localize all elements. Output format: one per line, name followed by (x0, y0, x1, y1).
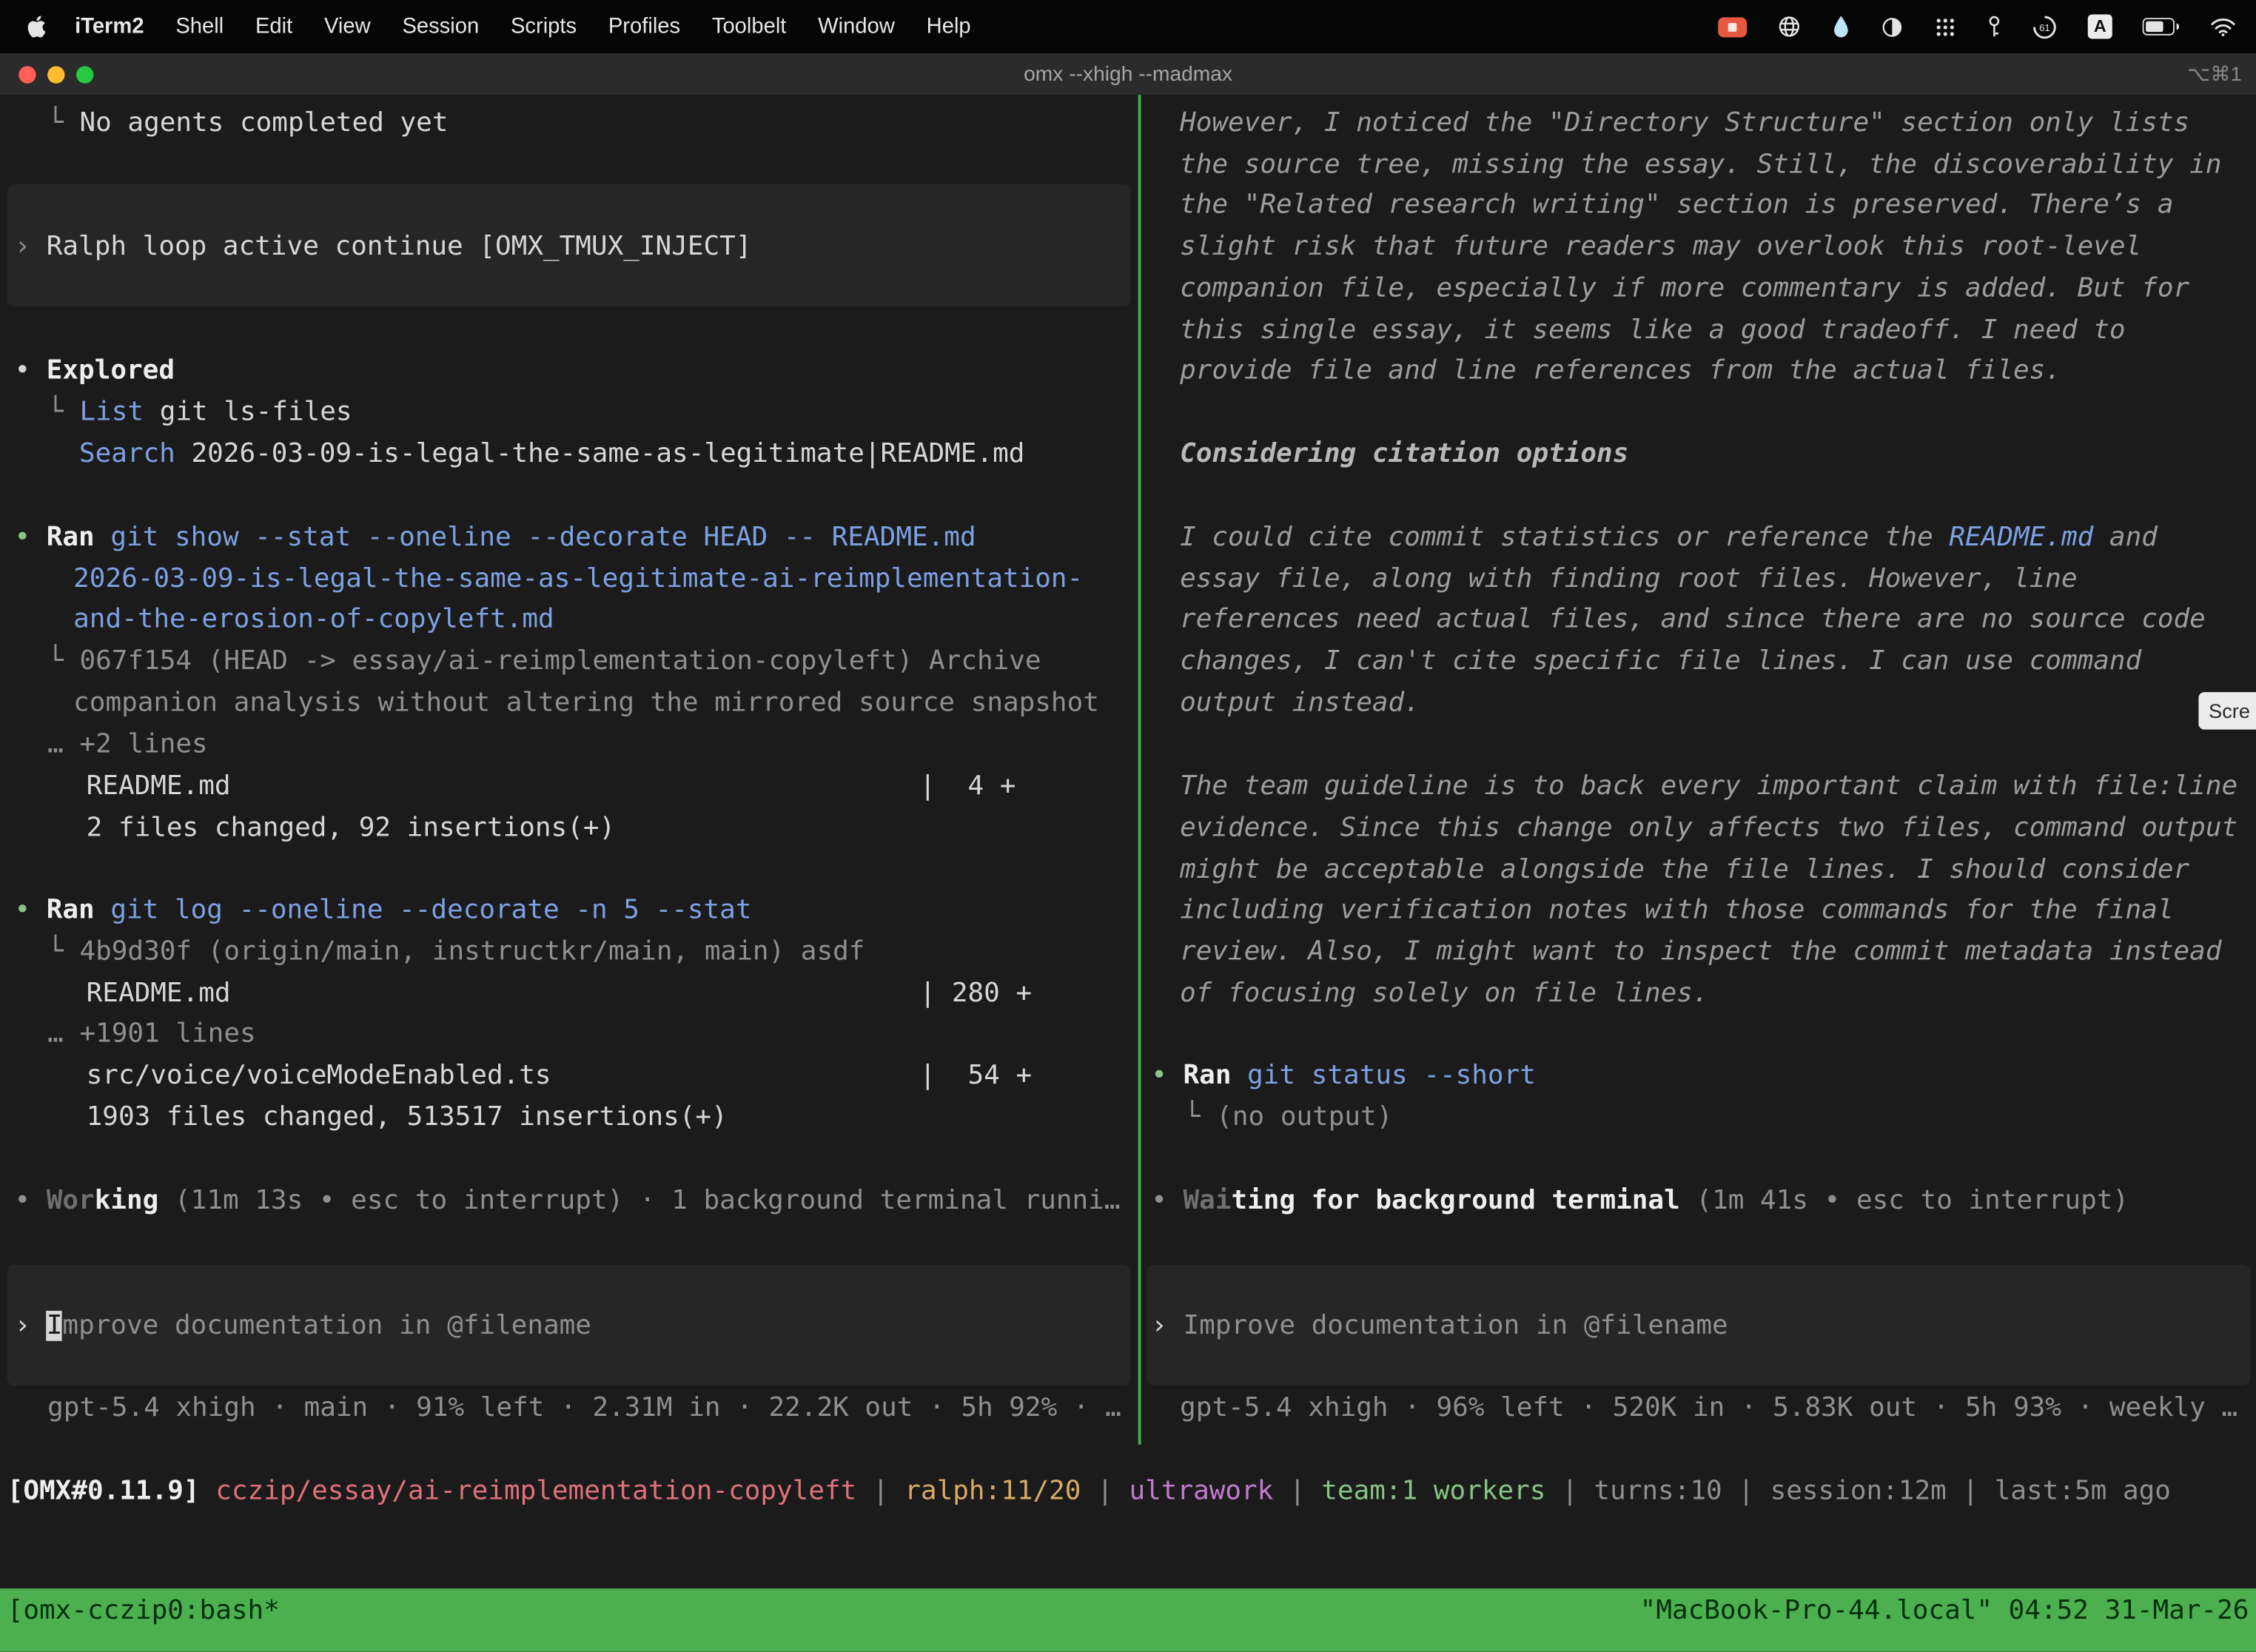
menu-item-profiles[interactable]: Profiles (592, 14, 696, 38)
terminal-line: 2026-03-09-is-legal-the-same-as-legitima… (73, 558, 1083, 600)
menu-items: iTerm2ShellEditViewSessionScriptsProfile… (59, 14, 987, 38)
menu-bar: iTerm2ShellEditViewSessionScriptsProfile… (0, 0, 2256, 53)
terminal-line: • Ran git log --oneline --decorate -n 5 … (14, 889, 751, 930)
gauge-label: 61 (2039, 21, 2050, 33)
terminal-line: companion file, especially if more comme… (1180, 268, 2189, 309)
terminal-line: README.md | 280 + (87, 973, 1032, 1014)
terminal-line: … +1901 lines (47, 1013, 255, 1055)
apple-icon (26, 14, 47, 38)
terminal-line: • Explored (14, 349, 175, 391)
title-bar[interactable]: omx --xhigh --madmax ⌥⌘1 (0, 53, 2256, 95)
working-status-line: • Working (11m 13s • esc to interrupt) ·… (14, 1180, 1120, 1221)
terminal-line: the source tree, missing the essay. Stil… (1180, 144, 2221, 185)
menu-bar-status-icons: 61 A (1718, 13, 2256, 39)
right-pane: However, I noticed the "Directory Struct… (1141, 95, 2256, 1588)
terminal-line: └ (no output) (1184, 1096, 1392, 1138)
terminal-line: └ 067f154 (HEAD -> essay/ai-reimplementa… (47, 640, 1041, 682)
terminal-line: slight risk that future readers may over… (1180, 226, 2141, 267)
menu-item-shell[interactable]: Shell (160, 14, 240, 38)
key-icon[interactable] (1987, 13, 2001, 39)
window-shortcut-hint: ⌥⌘1 (2187, 62, 2242, 87)
globe-icon[interactable] (1777, 14, 1802, 38)
screen-overlay-button[interactable]: Scre (2198, 692, 2256, 730)
terminal-line: of focusing solely on file lines. (1180, 973, 1709, 1014)
left-pane: └ No agents completed yet › Ralph loop ac… (0, 95, 1138, 1588)
minimize-button[interactable] (47, 65, 64, 82)
menu-item-help[interactable]: Help (910, 14, 987, 38)
traffic-lights (19, 65, 93, 82)
terminal-line: └ List git ls-files (47, 392, 352, 433)
close-button[interactable] (19, 65, 36, 82)
terminal: └ No agents completed yet › Ralph loop ac… (0, 95, 2256, 1588)
terminal-line: evidence. Since this change only affects… (1180, 807, 2237, 849)
right-prompt-text: › Improve documentation in @filename (1151, 1305, 1728, 1346)
menu-item-window[interactable]: Window (802, 14, 910, 38)
screen: iTerm2ShellEditViewSessionScriptsProfile… (0, 0, 2256, 1652)
terminal-line: I could cite commit statistics or refere… (1180, 517, 2158, 558)
app-grid-icon[interactable] (1934, 15, 1957, 38)
terminal-line: companion analysis without altering the … (73, 682, 1099, 723)
ralph-banner: › Ralph loop active continue [OMX_TMUX_I… (14, 226, 751, 267)
terminal-line: └ 4b9d30f (origin/main, instructkr/main,… (47, 931, 865, 973)
omx-status-line: [OMX#0.11.9] cczip/essay/ai-reimplementa… (7, 1471, 2171, 1512)
left-prompt-text: › Improve documentation in @filename (14, 1305, 591, 1346)
tmux-status-bar: [omx-cczip0:bash* "MacBook-Pro-44.local"… (0, 1588, 2256, 1652)
color-drop-icon[interactable] (1832, 14, 1850, 38)
terminal-line: review. Also, I might want to inspect th… (1180, 931, 2221, 973)
terminal-line: essay file, along with finding root file… (1180, 558, 2078, 600)
terminal-line: README.md | 4 + (87, 765, 1016, 807)
terminal-line: might be acceptable alongside the file l… (1180, 849, 2189, 890)
terminal-line: provide file and line references from th… (1180, 349, 2061, 391)
theme-toggle-icon[interactable] (1881, 15, 1904, 38)
wifi-icon[interactable] (2210, 16, 2236, 36)
screen-recording-indicator-icon[interactable] (1718, 16, 1747, 36)
terminal-line: src/voice/voiceModeEnabled.ts | 54 + (87, 1055, 1032, 1096)
menu-item-session[interactable]: Session (386, 14, 495, 38)
terminal-line: output instead. (1180, 682, 1420, 723)
menu-item-view[interactable]: View (309, 14, 386, 38)
menu-item-edit[interactable]: Edit (240, 14, 309, 38)
terminal-line: Search 2026-03-09-is-legal-the-same-as-l… (79, 433, 1024, 474)
terminal-line: references need actual files, and since … (1180, 599, 2206, 640)
terminal-line: • Ran git show --stat --oneline --decora… (14, 517, 976, 558)
terminal-line: • Ran git status --short (1151, 1055, 1536, 1096)
tmux-host-time-label: "MacBook-Pro-44.local" 04:52 31-Mar-26 (1640, 1596, 2249, 1652)
menu-item-scripts[interactable]: Scripts (495, 14, 593, 38)
battery-gauge-icon[interactable]: 61 (2032, 13, 2058, 39)
terminal-line: the "Related research writing" section i… (1180, 184, 2173, 226)
terminal-line: this single essay, it seems like a good … (1180, 309, 2125, 351)
terminal-line: … +2 lines (47, 724, 208, 765)
terminal-line: However, I noticed the "Directory Struct… (1180, 102, 2189, 144)
terminal-line: changes, I can't cite specific file line… (1180, 640, 2141, 682)
left-model-status: gpt-5.4 xhigh · main · 91% left · 2.31M … (47, 1387, 1121, 1428)
terminal-line: └ No agents completed yet (47, 102, 448, 144)
thinking-heading: Considering citation options (1180, 433, 1628, 474)
terminal-line: and-the-erosion-of-copyleft.md (73, 599, 554, 640)
window-title: omx --xhigh --madmax (0, 63, 2256, 86)
terminal-line: The team guideline is to back every impo… (1180, 765, 2237, 807)
battery-icon[interactable] (2143, 17, 2181, 36)
terminal-line: 2 files changed, 92 insertions(+) (87, 807, 616, 849)
zoom-button[interactable] (76, 65, 93, 82)
menu-item-iterm2[interactable]: iTerm2 (59, 14, 160, 38)
terminal-line: 1903 files changed, 513517 insertions(+) (87, 1096, 728, 1138)
right-model-status: gpt-5.4 xhigh · 96% left · 520K in · 5.8… (1180, 1387, 2237, 1428)
menu-item-toolbelt[interactable]: Toolbelt (696, 14, 802, 38)
apple-menu[interactable] (0, 14, 59, 38)
terminal-line: including verification notes with those … (1180, 889, 2173, 930)
waiting-status-line: • Waiting for background terminal (1m 41… (1151, 1180, 2129, 1221)
tmux-session-label: [omx-cczip0:bash* (7, 1596, 280, 1652)
input-source-icon[interactable]: A (2088, 14, 2112, 38)
